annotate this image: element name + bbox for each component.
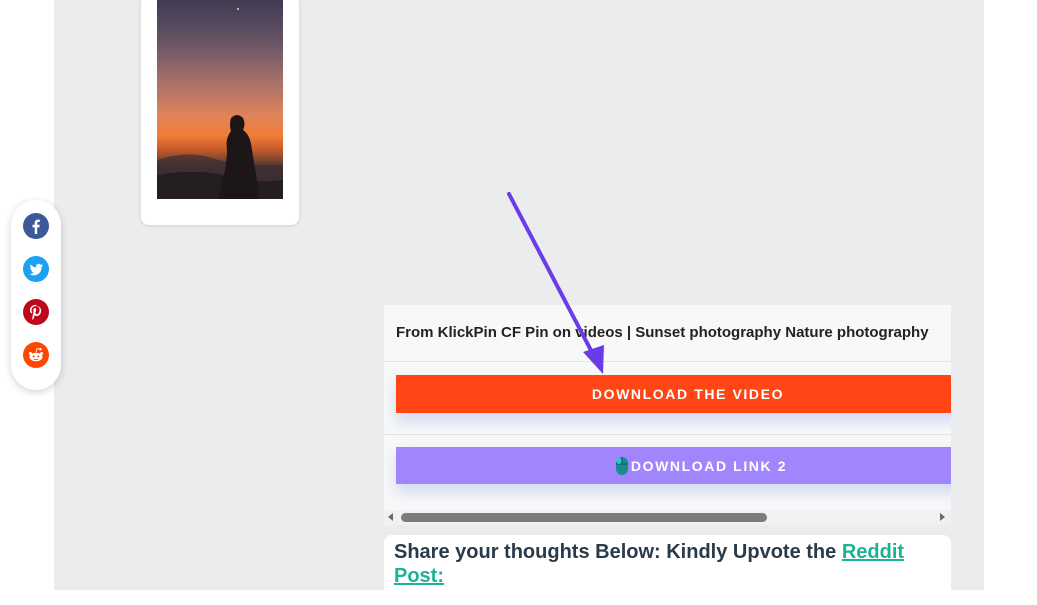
sunset-thumbnail-image[interactable] bbox=[157, 0, 283, 199]
facebook-icon bbox=[23, 213, 49, 239]
download-video-button[interactable]: DOWNLOAD THE VIDEO bbox=[396, 375, 951, 413]
download-video-label: DOWNLOAD THE VIDEO bbox=[591, 386, 785, 402]
twitter-icon bbox=[23, 256, 49, 282]
divider bbox=[384, 361, 951, 362]
horizontal-scrollbar[interactable] bbox=[384, 510, 951, 525]
download-link-2-label: DOWNLOAD LINK 2 bbox=[630, 457, 788, 474]
pinterest-share-button[interactable] bbox=[23, 299, 49, 325]
reddit-share-button[interactable] bbox=[23, 342, 49, 368]
download-panel-title: From KlickPin CF Pin on videos | Sunset … bbox=[396, 324, 929, 341]
pinterest-icon bbox=[23, 299, 49, 325]
comment-prompt-prefix: Share your thoughts Below: Kindly Upvote… bbox=[394, 541, 842, 563]
scrollbar-thumb[interactable] bbox=[401, 513, 767, 522]
scroll-right-arrow-icon[interactable] bbox=[940, 513, 945, 521]
reddit-icon bbox=[23, 342, 49, 368]
twitter-share-button[interactable] bbox=[23, 256, 49, 282]
comment-prompt-card: Share your thoughts Below: Kindly Upvote… bbox=[384, 535, 951, 605]
social-share-bar bbox=[11, 200, 61, 390]
scroll-left-arrow-icon[interactable] bbox=[388, 513, 393, 521]
computer-mouse-icon bbox=[615, 456, 629, 476]
facebook-share-button[interactable] bbox=[23, 213, 49, 239]
video-thumbnail-card[interactable] bbox=[141, 0, 299, 225]
divider bbox=[384, 434, 951, 435]
download-link-2-button[interactable]: DOWNLOAD LINK 2 bbox=[396, 447, 951, 484]
download-panel: From KlickPin CF Pin on videos | Sunset … bbox=[384, 305, 951, 525]
comment-prompt-text: Share your thoughts Below: Kindly Upvote… bbox=[394, 540, 934, 588]
